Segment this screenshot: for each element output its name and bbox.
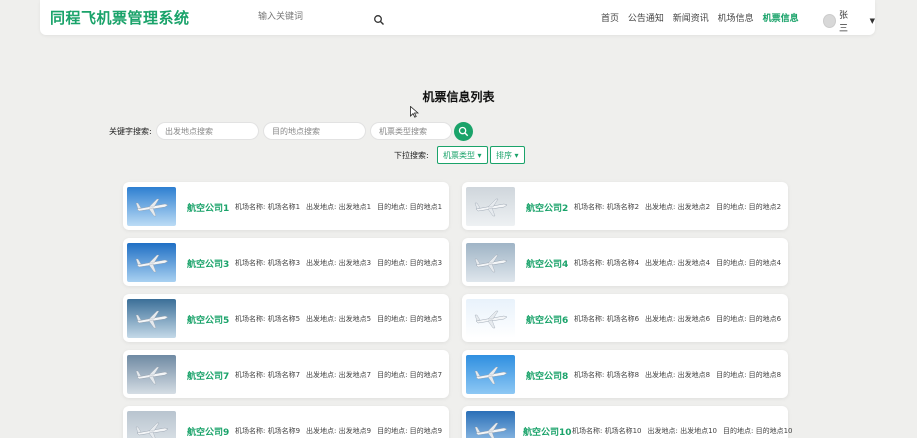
airport-name: 机场名称: 机场名称6	[574, 315, 640, 323]
ticket-details: 机场名称: 机场名称2 出发地点: 出发地点2 目的地点: 目的地点2	[574, 202, 787, 212]
caret-down-icon: ▾	[477, 150, 482, 160]
airplane-image[interactable]	[127, 411, 176, 438]
user-name[interactable]: 张三	[839, 8, 856, 34]
ticket-type-search-input[interactable]	[370, 122, 452, 140]
ticket-card[interactable]: 航空公司1 机场名称: 机场名称1 出发地点: 出发地点1 目的地点: 目的地点1	[123, 182, 449, 230]
ticket-details: 机场名称: 机场名称3 出发地点: 出发地点3 目的地点: 目的地点3	[235, 258, 448, 268]
airport-name: 机场名称: 机场名称2	[574, 203, 640, 211]
ticket-details: 机场名称: 机场名称5 出发地点: 出发地点5 目的地点: 目的地点5	[235, 314, 448, 324]
destination-location: 目的地点: 目的地点6	[716, 315, 782, 323]
airline-name[interactable]: 航空公司6	[526, 313, 568, 326]
destination-location: 目的地点: 目的地点8	[716, 371, 782, 379]
departure-location: 出发地点: 出发地点8	[645, 371, 711, 379]
user-menu[interactable]: 张三 ▼	[823, 8, 875, 34]
ticket-card[interactable]: 航空公司3 机场名称: 机场名称3 出发地点: 出发地点3 目的地点: 目的地点3	[123, 238, 449, 286]
destination-location: 目的地点: 目的地点10	[723, 427, 793, 435]
ticket-card[interactable]: 航空公司9 机场名称: 机场名称9 出发地点: 出发地点9 目的地点: 目的地点9	[123, 406, 449, 438]
top-navbar: 同程飞机票管理系统 首页 公告通知 新闻资讯 机场信息 机票信息 张三 ▼	[40, 0, 875, 35]
header-search-input[interactable]	[258, 8, 388, 26]
destination-location: 目的地点: 目的地点7	[377, 371, 443, 379]
airport-name: 机场名称: 机场名称9	[235, 427, 301, 435]
airport-name: 机场名称: 机场名称1	[235, 203, 301, 211]
destination-location: 目的地点: 目的地点3	[377, 259, 443, 267]
airport-name: 机场名称: 机场名称3	[235, 259, 301, 267]
airplane-image[interactable]	[466, 411, 515, 438]
destination-location: 目的地点: 目的地点5	[377, 315, 443, 323]
nav-item-home[interactable]: 首页	[601, 14, 619, 24]
ticket-card[interactable]: 航空公司5 机场名称: 机场名称5 出发地点: 出发地点5 目的地点: 目的地点5	[123, 294, 449, 342]
airline-name[interactable]: 航空公司8	[526, 369, 568, 382]
page-title: 机票信息列表	[422, 90, 495, 104]
airplane-image[interactable]	[466, 299, 515, 338]
dropdown-search-label: 下拉搜索:	[394, 151, 429, 160]
chevron-down-icon[interactable]: ▼	[870, 17, 875, 25]
airplane-image[interactable]	[127, 299, 176, 338]
ticket-details: 机场名称: 机场名称9 出发地点: 出发地点9 目的地点: 目的地点9	[235, 426, 448, 436]
airline-name[interactable]: 航空公司3	[187, 257, 229, 270]
departure-location: 出发地点: 出发地点9	[306, 427, 372, 435]
airline-name[interactable]: 航空公司4	[526, 257, 568, 270]
airport-name: 机场名称: 机场名称8	[574, 371, 640, 379]
departure-location: 出发地点: 出发地点3	[306, 259, 372, 267]
search-submit-button[interactable]	[454, 122, 473, 141]
airplane-image[interactable]	[127, 243, 176, 282]
ticket-details: 机场名称: 机场名称10 出发地点: 出发地点10 目的地点: 目的地点10	[572, 426, 799, 436]
nav-item-news[interactable]: 新闻资讯	[673, 14, 709, 24]
keyword-search-label: 关键字搜索:	[109, 127, 152, 136]
ticket-card[interactable]: 航空公司2 机场名称: 机场名称2 出发地点: 出发地点2 目的地点: 目的地点2	[462, 182, 788, 230]
departure-location: 出发地点: 出发地点1	[306, 203, 372, 211]
ticket-details: 机场名称: 机场名称8 出发地点: 出发地点8 目的地点: 目的地点8	[574, 370, 787, 380]
nav-item-announcements[interactable]: 公告通知	[628, 14, 664, 24]
airplane-image[interactable]	[127, 187, 176, 226]
airplane-image[interactable]	[466, 243, 515, 282]
caret-down-icon: ▾	[514, 150, 519, 160]
airplane-image[interactable]	[466, 355, 515, 394]
nav-item-airports[interactable]: 机场信息	[718, 14, 754, 24]
airline-name[interactable]: 航空公司2	[526, 201, 568, 214]
departure-location: 出发地点: 出发地点5	[306, 315, 372, 323]
ticket-card[interactable]: 航空公司8 机场名称: 机场名称8 出发地点: 出发地点8 目的地点: 目的地点8	[462, 350, 788, 398]
destination-location: 目的地点: 目的地点9	[377, 427, 443, 435]
nav-item-tickets[interactable]: 机票信息	[763, 14, 799, 24]
ticket-card[interactable]: 航空公司6 机场名称: 机场名称6 出发地点: 出发地点6 目的地点: 目的地点6	[462, 294, 788, 342]
airplane-image[interactable]	[466, 187, 515, 226]
airline-name[interactable]: 航空公司7	[187, 369, 229, 382]
departure-location: 出发地点: 出发地点10	[647, 427, 718, 435]
search-icon	[458, 126, 469, 137]
airport-name: 机场名称: 机场名称10	[572, 427, 642, 435]
mouse-pointer-icon	[410, 103, 420, 118]
departure-location: 出发地点: 出发地点6	[645, 315, 711, 323]
airport-name: 机场名称: 机场名称7	[235, 371, 301, 379]
ticket-details: 机场名称: 机场名称6 出发地点: 出发地点6 目的地点: 目的地点6	[574, 314, 787, 324]
ticket-type-dropdown[interactable]: 机票类型 ▾	[437, 146, 488, 164]
ticket-details: 机场名称: 机场名称7 出发地点: 出发地点7 目的地点: 目的地点7	[235, 370, 448, 380]
departure-search-input[interactable]	[156, 122, 259, 140]
airline-name[interactable]: 航空公司9	[187, 425, 229, 438]
avatar[interactable]	[823, 14, 837, 28]
main-nav: 首页 公告通知 新闻资讯 机场信息 机票信息	[601, 11, 805, 24]
ticket-card[interactable]: 航空公司4 机场名称: 机场名称4 出发地点: 出发地点4 目的地点: 目的地点4	[462, 238, 788, 286]
departure-location: 出发地点: 出发地点4	[645, 259, 711, 267]
departure-location: 出发地点: 出发地点7	[306, 371, 372, 379]
ticket-details: 机场名称: 机场名称1 出发地点: 出发地点1 目的地点: 目的地点1	[235, 202, 448, 212]
airline-name[interactable]: 航空公司5	[187, 313, 229, 326]
ticket-card[interactable]: 航空公司10 机场名称: 机场名称10 出发地点: 出发地点10 目的地点: 目的地点…	[462, 406, 793, 438]
ticket-details: 机场名称: 机场名称4 出发地点: 出发地点4 目的地点: 目的地点4	[574, 258, 787, 268]
site-logo-title[interactable]: 同程飞机票管理系统	[50, 7, 190, 28]
departure-location: 出发地点: 出发地点2	[645, 203, 711, 211]
airport-name: 机场名称: 机场名称4	[574, 259, 640, 267]
airport-name: 机场名称: 机场名称5	[235, 315, 301, 323]
destination-location: 目的地点: 目的地点1	[377, 203, 443, 211]
sort-dropdown[interactable]: 排序 ▾	[490, 146, 525, 164]
destination-location: 目的地点: 目的地点2	[716, 203, 782, 211]
ticket-card[interactable]: 航空公司7 机场名称: 机场名称7 出发地点: 出发地点7 目的地点: 目的地点7	[123, 350, 449, 398]
sort-dropdown-label: 排序	[496, 150, 512, 160]
ticket-type-dropdown-label: 机票类型	[443, 150, 475, 160]
airline-name[interactable]: 航空公司1	[187, 201, 229, 214]
destination-location: 目的地点: 目的地点4	[716, 259, 782, 267]
destination-search-input[interactable]	[263, 122, 366, 140]
airline-name[interactable]: 航空公司10	[523, 425, 572, 438]
airplane-image[interactable]	[127, 355, 176, 394]
search-icon[interactable]	[373, 11, 385, 25]
